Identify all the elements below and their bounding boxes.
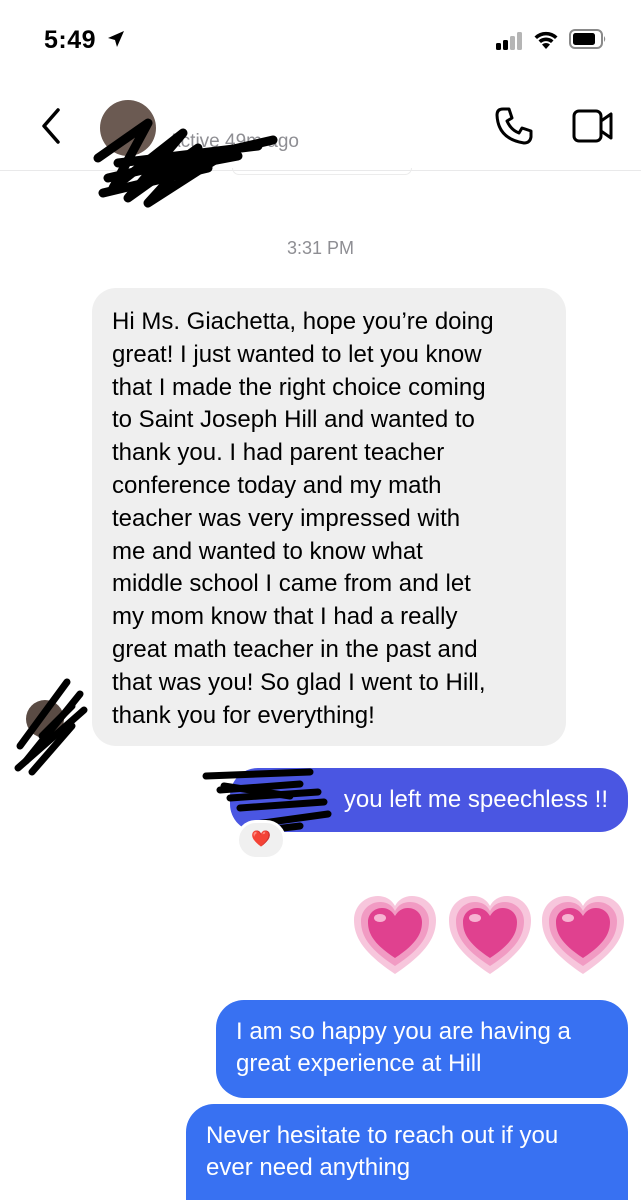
status-time: 5:49 (44, 26, 97, 54)
cellular-signal-icon (496, 32, 524, 50)
growing-heart-icon (354, 896, 436, 974)
outgoing-message-text: Never hesitate to reach out if you ever … (206, 1122, 559, 1181)
outgoing-message-text: I am so happy you are having a great exp… (236, 1018, 571, 1077)
sender-avatar[interactable] (26, 700, 64, 738)
video-call-icon[interactable] (572, 108, 614, 144)
back-chevron-icon[interactable] (36, 106, 66, 146)
chat-header: Active 49m ago (0, 80, 641, 208)
status-bar: 5:49 (0, 0, 641, 80)
emoji-message[interactable] (352, 894, 628, 978)
avatar[interactable] (100, 100, 156, 156)
active-status: Active 49m ago (168, 131, 299, 152)
outgoing-message-bubble[interactable]: I am so happy you are having a great exp… (216, 1000, 628, 1098)
growing-heart-icon (449, 896, 531, 974)
phone-call-icon[interactable] (494, 106, 534, 146)
location-arrow-icon (108, 31, 124, 47)
outgoing-message-bubble[interactable]: you left me speechless !! (230, 768, 628, 832)
incoming-message-text: Hi Ms. Giachetta, hope you’re doing grea… (112, 308, 494, 729)
previous-message-edge (232, 168, 412, 175)
outgoing-message-bubble[interactable]: Never hesitate to reach out if you ever … (186, 1104, 628, 1200)
battery-icon (569, 29, 606, 49)
growing-heart-icon (542, 896, 624, 974)
wifi-icon (534, 31, 558, 49)
incoming-message-bubble[interactable]: Hi Ms. Giachetta, hope you’re doing grea… (92, 288, 566, 746)
outgoing-message-text: you left me speechless !! (343, 786, 608, 813)
message-reaction[interactable]: ❤️ (236, 820, 286, 860)
message-timestamp: 3:31 PM (286, 238, 355, 258)
